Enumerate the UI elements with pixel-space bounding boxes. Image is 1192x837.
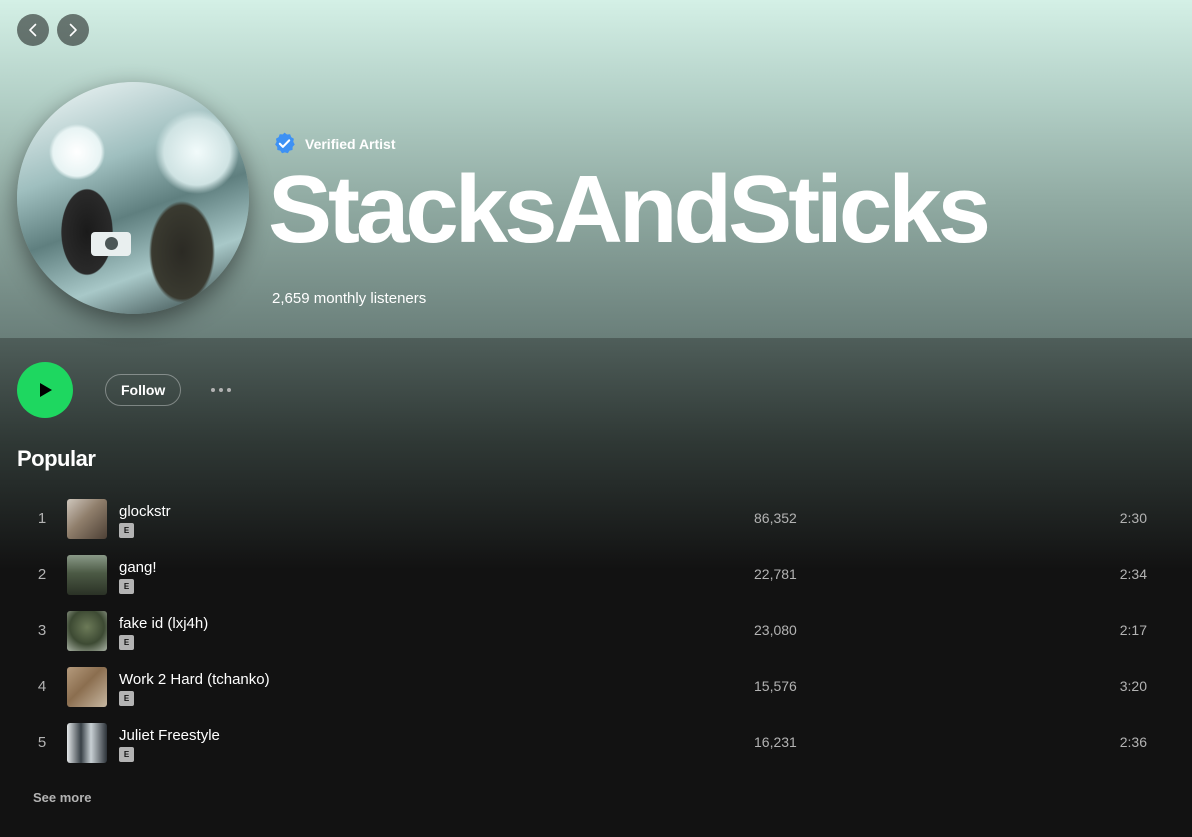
track-row[interactable]: 1 glockstr E 86,352 2:30 (17, 491, 1175, 547)
track-play-count: 15,576 (754, 678, 797, 694)
track-cover (67, 555, 107, 595)
track-rank: 5 (37, 734, 47, 751)
track-duration: 3:20 (1119, 678, 1147, 694)
verified-label: Verified Artist (305, 135, 396, 152)
explicit-badge: E (119, 635, 134, 650)
track-duration: 2:30 (1119, 510, 1147, 526)
chevron-left-icon (29, 23, 37, 37)
more-options-button[interactable] (205, 376, 237, 404)
track-title[interactable]: fake id (lxj4h) (119, 615, 208, 632)
track-play-count: 16,231 (754, 734, 797, 750)
verified-artist-badge: Verified Artist (272, 131, 396, 156)
track-cover (67, 667, 107, 707)
avatar-camera-detail (91, 232, 131, 256)
explicit-badge: E (119, 579, 134, 594)
play-icon (40, 383, 52, 397)
explicit-badge: E (119, 523, 134, 538)
track-play-count: 22,781 (754, 566, 797, 582)
chevron-right-icon (69, 23, 77, 37)
popular-tracks-list: 1 glockstr E 86,352 2:30 2 gang! E 22,78… (17, 491, 1175, 771)
track-duration: 2:34 (1119, 566, 1147, 582)
track-title[interactable]: gang! (119, 559, 157, 576)
track-duration: 2:17 (1119, 622, 1147, 638)
more-options-icon (211, 388, 215, 392)
popular-section-title: Popular (17, 446, 96, 471)
track-title[interactable]: Work 2 Hard (tchanko) (119, 671, 270, 688)
track-row[interactable]: 4 Work 2 Hard (tchanko) E 15,576 3:20 (17, 659, 1175, 715)
track-row[interactable]: 2 gang! E 22,781 2:34 (17, 547, 1175, 603)
follow-button[interactable]: Follow (105, 374, 182, 406)
track-cover (67, 611, 107, 651)
track-play-count: 23,080 (754, 622, 797, 638)
track-play-count: 86,352 (754, 510, 797, 526)
more-options-icon (227, 388, 231, 392)
track-title[interactable]: glockstr (119, 503, 171, 520)
see-more-link[interactable]: See more (33, 790, 92, 805)
track-row[interactable]: 3 fake id (lxj4h) E 23,080 2:17 (17, 603, 1175, 659)
track-rank: 3 (37, 622, 47, 639)
back-button[interactable] (17, 14, 49, 46)
track-title[interactable]: Juliet Freestyle (119, 727, 220, 744)
track-cover (67, 723, 107, 763)
track-duration: 2:36 (1119, 734, 1147, 750)
monthly-listeners: 2,659 monthly listeners (272, 290, 427, 307)
explicit-badge: E (119, 691, 134, 706)
artist-avatar (17, 82, 249, 314)
track-rank: 1 (37, 510, 47, 527)
more-options-icon (219, 388, 223, 392)
track-rank: 4 (37, 678, 47, 695)
track-rank: 2 (37, 566, 47, 583)
verified-badge-icon (275, 132, 295, 154)
explicit-badge: E (119, 747, 134, 762)
track-cover (67, 499, 107, 539)
artist-name: StacksAndSticks (268, 156, 991, 263)
track-row[interactable]: 5 Juliet Freestyle E 16,231 2:36 (17, 715, 1175, 771)
forward-button[interactable] (57, 14, 89, 46)
play-button[interactable] (17, 362, 73, 418)
